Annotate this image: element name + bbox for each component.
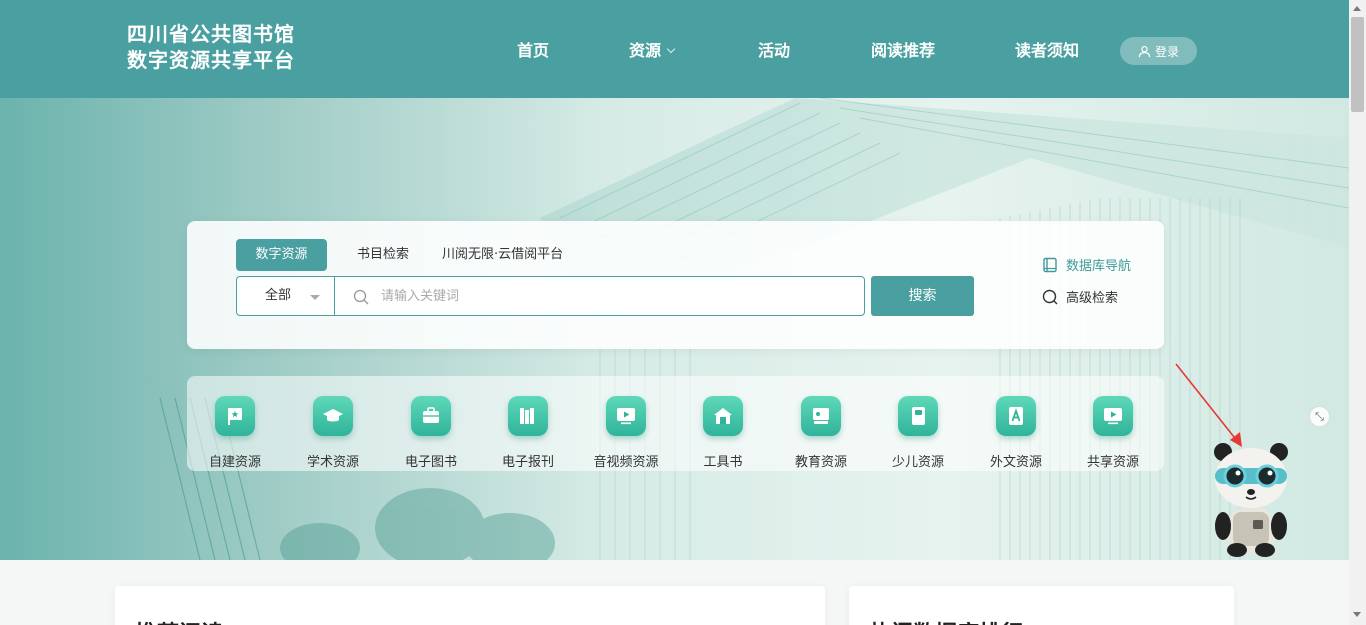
database-nav-label: 数据库导航 — [1066, 259, 1132, 274]
hot-database-ranking-card: 热门数据库排行 — [849, 586, 1234, 625]
panda-mascot[interactable] — [1205, 438, 1297, 558]
category-foreign-language[interactable]: 外文资源 — [968, 396, 1064, 470]
category-label: 电子报刊 — [501, 455, 554, 470]
house-icon — [703, 396, 743, 436]
recommended-reading-card: 推荐阅读 — [115, 586, 825, 625]
category-label: 工具书 — [703, 455, 743, 470]
site-header: 四川省公共图书馆 数字资源共享平台 首页 资源 活动 阅读推荐 读者须知 登录 — [0, 0, 1349, 98]
resource-category-strip: 自建资源 学术资源 电子图书 电子报刊 音视频资源 工具书 教育资源 少儿资源 … — [187, 376, 1164, 471]
category-label: 教育资源 — [794, 455, 847, 470]
category-reference[interactable]: 工具书 — [675, 396, 771, 470]
category-ebooks[interactable]: 电子图书 — [383, 396, 479, 470]
search-button[interactable]: 搜索 — [871, 276, 974, 316]
search-scope-value: 全部 — [265, 288, 292, 303]
category-label: 电子图书 — [404, 455, 457, 470]
site-logo[interactable]: 四川省公共图书馆 数字资源共享平台 — [127, 21, 295, 73]
scroll-down-arrow-icon[interactable] — [1353, 612, 1361, 617]
tab-cloud-borrowing[interactable]: 川阅无限·云借阅平台 — [442, 239, 563, 271]
category-self-built[interactable]: 自建资源 — [187, 396, 283, 470]
category-label: 外文资源 — [989, 455, 1042, 470]
hot-database-ranking-title: 热门数据库排行 — [869, 616, 1023, 625]
nav-home[interactable]: 首页 — [517, 38, 549, 64]
teaching-board-icon — [801, 396, 841, 436]
mascot-minimize-button[interactable]: ⤡ — [1309, 406, 1330, 427]
search-input[interactable] — [381, 277, 851, 315]
category-shared[interactable]: 共享资源 — [1065, 396, 1161, 470]
search-input-wrapper — [334, 276, 865, 316]
nav-activities[interactable]: 活动 — [758, 38, 790, 64]
scroll-up-arrow-icon[interactable] — [1353, 6, 1361, 11]
graduation-cap-icon — [313, 396, 353, 436]
search-scope-select[interactable]: 全部 — [236, 276, 335, 316]
tab-digital-resources[interactable]: 数字资源 — [236, 239, 327, 271]
category-label: 音视频资源 — [593, 455, 659, 470]
category-label: 共享资源 — [1086, 455, 1139, 470]
letter-a-icon — [996, 396, 1036, 436]
category-academic[interactable]: 学术资源 — [285, 396, 381, 470]
advanced-search-icon — [1042, 289, 1058, 304]
video-play-icon — [606, 396, 646, 436]
scroll-thumb[interactable] — [1351, 17, 1364, 112]
recommended-reading-title: 推荐阅读 — [135, 616, 223, 625]
flag-star-icon — [215, 396, 255, 436]
advanced-search-label: 高级检索 — [1066, 291, 1119, 306]
search-icon — [353, 289, 369, 305]
monitor-play-icon — [1093, 396, 1133, 436]
category-audio-video[interactable]: 音视频资源 — [578, 396, 674, 470]
category-education[interactable]: 教育资源 — [773, 396, 869, 470]
category-label: 自建资源 — [208, 455, 261, 470]
nav-reader-notice[interactable]: 读者须知 — [1015, 38, 1079, 64]
login-label: 登录 — [1154, 44, 1179, 59]
notebook-icon — [898, 396, 938, 436]
advanced-search-link[interactable]: 高级检索 — [1042, 287, 1118, 306]
nav-resources[interactable]: 资源 — [629, 38, 676, 64]
briefcase-icon — [411, 396, 451, 436]
category-children[interactable]: 少儿资源 — [870, 396, 966, 470]
chevron-down-icon — [666, 44, 676, 54]
page-scrollbar[interactable] — [1349, 0, 1366, 625]
database-nav-link[interactable]: 数据库导航 — [1042, 255, 1131, 274]
category-periodicals[interactable]: 电子报刊 — [480, 396, 576, 470]
books-shelf-icon — [508, 396, 548, 436]
logo-line-2: 数字资源共享平台 — [127, 48, 295, 72]
caret-down-icon — [310, 295, 320, 300]
nav-resources-label: 资源 — [629, 41, 662, 60]
tab-catalog-search[interactable]: 书目检索 — [357, 239, 409, 271]
user-icon — [1138, 45, 1151, 57]
nav-reading-recommend[interactable]: 阅读推荐 — [871, 38, 935, 64]
login-button[interactable]: 登录 — [1120, 37, 1197, 65]
book-icon — [1043, 257, 1057, 272]
category-label: 少儿资源 — [891, 455, 944, 470]
search-panel: 数字资源 书目检索 川阅无限·云借阅平台 全部 搜索 数据库导航 高级检索 — [187, 221, 1164, 349]
category-label: 学术资源 — [306, 455, 359, 470]
logo-line-1: 四川省公共图书馆 — [127, 22, 295, 46]
